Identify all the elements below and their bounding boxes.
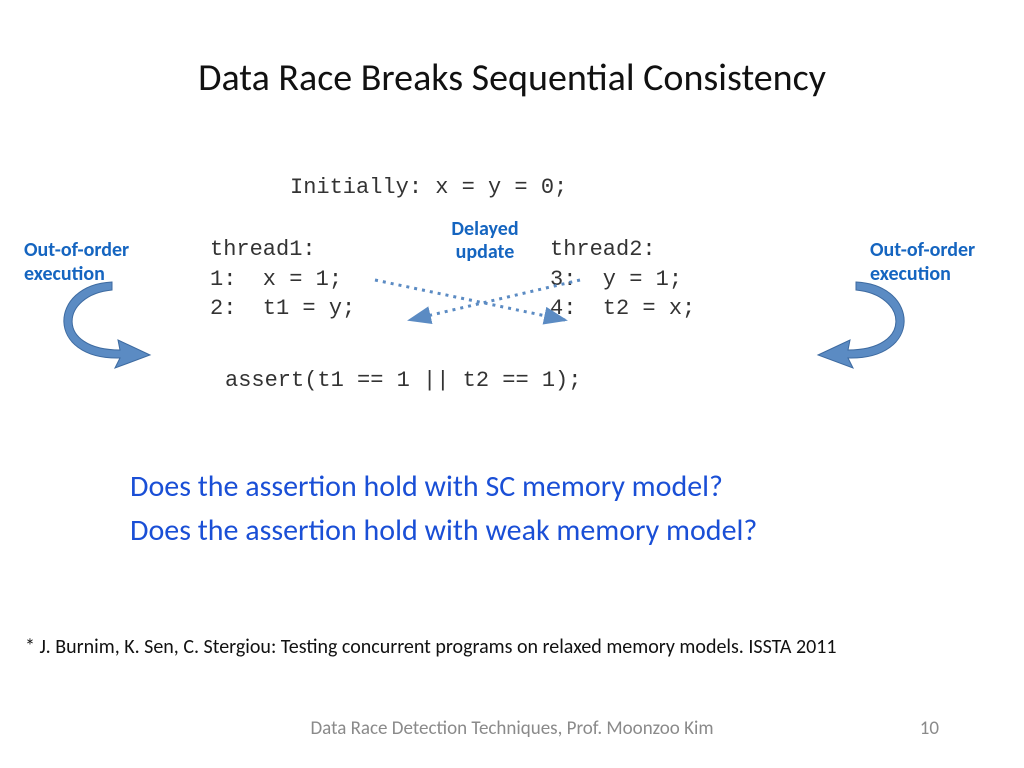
thread1-code: thread1: 1: x = 1; 2: t1 = y; <box>210 235 355 324</box>
label-delayed-update: Delayed update <box>440 218 530 264</box>
slide-title: Data Race Breaks Sequential Consistency <box>0 55 1024 101</box>
thread1-line2: 2: t1 = y; <box>210 296 355 321</box>
curved-arrow-left-icon <box>64 282 150 368</box>
question-sc: Does the assertion hold with SC memory m… <box>130 465 757 509</box>
thread2-line1: 3: y = 1; <box>550 267 682 292</box>
label-out-of-order-left: Out-of-order execution <box>24 238 154 286</box>
citation-text: * J. Burnim, K. Sen, C. Stergiou: Testin… <box>25 635 999 659</box>
dotted-arrow-right-icon <box>375 280 565 320</box>
label-out-of-order-right: Out-of-order execution <box>870 238 1000 286</box>
question-weak: Does the assertion hold with weak memory… <box>130 509 757 553</box>
thread2-code: thread2: 3: y = 1; 4: t2 = x; <box>550 235 695 324</box>
thread2-header: thread2: <box>550 237 656 262</box>
thread1-line1: 1: x = 1; <box>210 267 342 292</box>
curved-arrow-right-icon <box>818 282 904 368</box>
thread2-line2: 4: t2 = x; <box>550 296 695 321</box>
code-initial: Initially: x = y = 0; <box>290 175 567 200</box>
thread1-header: thread1: <box>210 237 316 262</box>
footer-page-number: 10 <box>920 717 939 740</box>
footer-title: Data Race Detection Techniques, Prof. Mo… <box>0 717 1024 740</box>
code-assert: assert(t1 == 1 || t2 == 1); <box>225 368 581 393</box>
questions-block: Does the assertion hold with SC memory m… <box>130 465 757 552</box>
